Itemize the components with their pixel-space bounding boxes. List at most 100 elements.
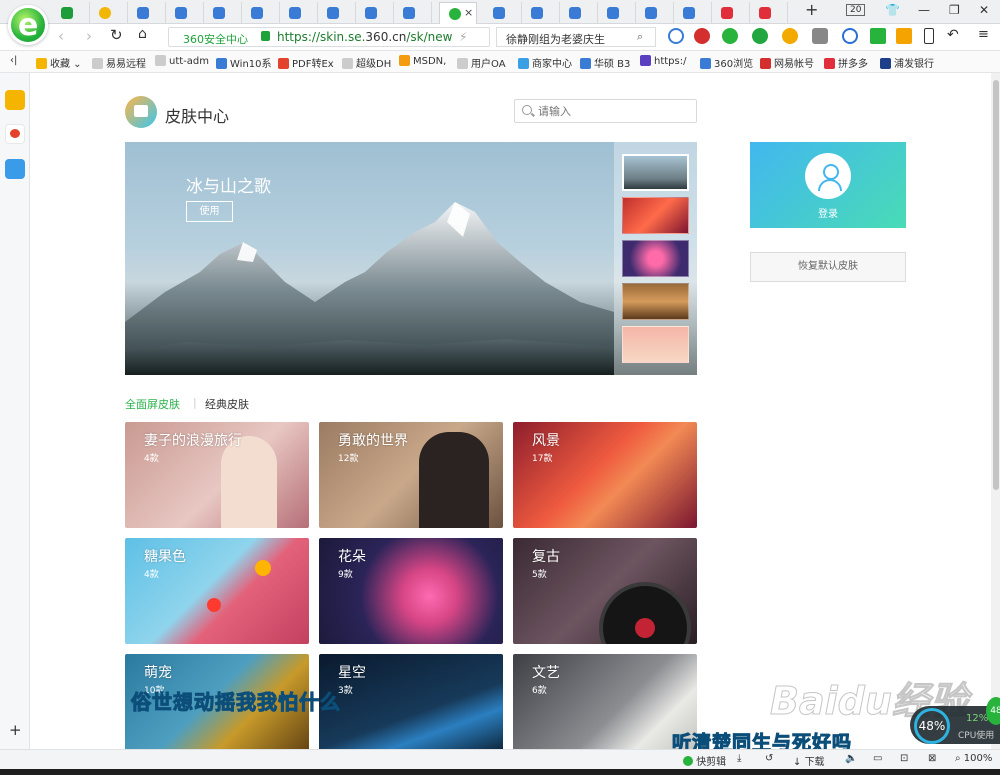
weibo-icon[interactable] [5,124,25,144]
bookmark-item[interactable]: utt-adm [155,55,209,67]
shield-icon[interactable] [782,28,798,44]
forward-icon[interactable]: › [86,27,92,45]
skin-card[interactable]: 风景 17款 [513,422,697,528]
browser-search-box[interactable]: 徐静刚组为老婆庆生 ⌕ [496,27,656,47]
login-link[interactable]: 登录 [750,205,906,220]
search-icon[interactable]: ⌕ [637,30,643,44]
featured-skin-banner[interactable]: 冰与山之歌 使用 [125,142,697,375]
reading-icon[interactable] [870,28,886,44]
skin-search-input[interactable] [538,103,688,119]
magnify-icon[interactable] [842,28,858,44]
browser-tab[interactable] [560,2,598,24]
collapse-sidebar-icon[interactable]: ‹| [10,55,17,66]
skin-search-box[interactable] [514,99,697,123]
fit-icon[interactable]: ⊠ [928,753,936,764]
bookmark-favorites[interactable]: 收藏 ⌄ [36,55,82,70]
browser-tab-active[interactable]: × [439,2,477,25]
browser-tab[interactable] [204,2,242,24]
add-sidebar-icon[interactable]: + [9,721,22,739]
browser-tab[interactable] [90,2,128,24]
skin-card[interactable]: 复古 5款 [513,538,697,644]
clean-icon[interactable]: ⤓ [737,753,741,764]
screen-icon[interactable]: ⊡ [900,753,908,764]
user-avatar-icon[interactable] [805,153,851,199]
undo-icon[interactable]: ↶ [947,27,959,43]
browser-tab[interactable] [522,2,560,24]
page-scrollbar-thumb[interactable] [993,80,999,490]
lightning-icon[interactable]: ⚡ [459,30,467,44]
close-window-icon[interactable]: ✕ [979,3,989,17]
login-panel[interactable]: 登录 [750,142,906,228]
window-icon[interactable]: ▭ [873,753,882,764]
tab-classic-skins[interactable]: 经典皮肤 [205,396,249,412]
thumbnail-dog[interactable] [622,283,689,320]
thumbnail-dandelion[interactable] [622,326,689,363]
browser-tab[interactable] [318,2,356,24]
star-icon[interactable] [5,90,25,110]
browser-tab[interactable] [484,2,522,24]
bookmark-item[interactable]: Win10系 [216,55,272,70]
bookmark-item[interactable]: 拼多多 [824,55,868,70]
browser-tab[interactable] [128,2,166,24]
skin-card[interactable]: 糖果色 4款 [125,538,309,644]
mail-icon[interactable] [5,159,25,179]
tab-count-badge[interactable]: 20 [846,4,866,16]
quick-clip-button[interactable]: 快剪辑 [683,753,726,768]
apps-icon[interactable] [896,28,912,44]
scissors-icon[interactable] [722,28,738,44]
skin-card[interactable]: 花朵 9款 [319,538,503,644]
bookmark-item[interactable]: PDF转Ex [278,55,334,70]
browser-tab[interactable] [598,2,636,24]
browser-tab[interactable] [166,2,204,24]
browser-tab[interactable] [280,2,318,24]
new-tab-icon[interactable]: + [805,0,818,19]
phone-icon[interactable] [924,28,934,44]
skin-card[interactable]: 星空 3款 [319,654,503,749]
browser-tab[interactable] [242,2,280,24]
restore-icon[interactable]: ❐ [949,3,960,17]
bookmark-item[interactable]: 浦发银行 [880,55,934,70]
reset-default-skin-button[interactable]: 恢复默认皮肤 [750,252,906,282]
bookmark-item[interactable]: 用户OA [457,55,506,70]
green-badge[interactable]: 48 [986,697,1000,725]
bookmark-item[interactable]: https:/ [640,55,686,67]
zoom-level[interactable]: ⌕ 100% [955,753,992,764]
bookmark-item[interactable]: 超级DH [342,55,391,70]
skin-card[interactable]: 文艺 6款 [513,654,697,749]
browser-tab[interactable] [356,2,394,24]
thumbnail-mountain[interactable] [622,154,689,191]
refresh-icon[interactable]: ↻ [110,26,123,44]
close-tab-icon[interactable]: × [464,6,473,19]
thumbnail-canyon[interactable] [622,197,689,234]
back-icon[interactable]: ‹ [58,27,64,45]
menu-icon[interactable]: ≡ [978,27,989,42]
browser-logo-icon[interactable]: e [8,5,48,45]
browser-tab[interactable] [636,2,674,24]
bookmark-item[interactable]: 华硕 B3 [580,55,630,70]
refresh-icon[interactable]: ↺ [765,753,773,764]
browser-tab[interactable] [394,2,432,24]
home-icon[interactable]: ⌂ [138,26,147,42]
speaker-icon[interactable]: 🔈 [845,753,857,764]
address-bar[interactable]: 360安全中心 https://skin.se.360.cn/sk/new ⚡ [168,27,490,47]
game-icon[interactable] [694,28,710,44]
mail-icon[interactable] [668,28,684,44]
bookmark-item[interactable]: 360浏览 [700,55,753,70]
bookmark-item[interactable]: MSDN, [399,55,446,67]
translate-icon[interactable] [752,28,768,44]
skin-icon[interactable]: 👕 [885,3,900,17]
use-skin-button[interactable]: 使用 [186,201,233,222]
tab-fullscreen-skins[interactable]: 全面屏皮肤 [125,396,180,412]
browser-tab[interactable] [712,2,750,24]
browser-tab[interactable] [674,2,712,24]
skin-card[interactable]: 勇敢的世界 12款 [319,422,503,528]
browser-tab[interactable] [52,2,90,24]
bookmark-item[interactable]: 网易帐号 [760,55,814,70]
thumbnail-flower[interactable] [622,240,689,277]
screenshot-icon[interactable] [812,28,828,44]
download-button[interactable]: ↓ 下载 [793,753,825,768]
bookmark-item[interactable]: 商家中心 [518,55,572,70]
bookmark-item[interactable]: 易易远程 [92,55,146,70]
skin-card[interactable]: 妻子的浪漫旅行 4款 [125,422,309,528]
minimize-icon[interactable]: — [918,3,930,17]
